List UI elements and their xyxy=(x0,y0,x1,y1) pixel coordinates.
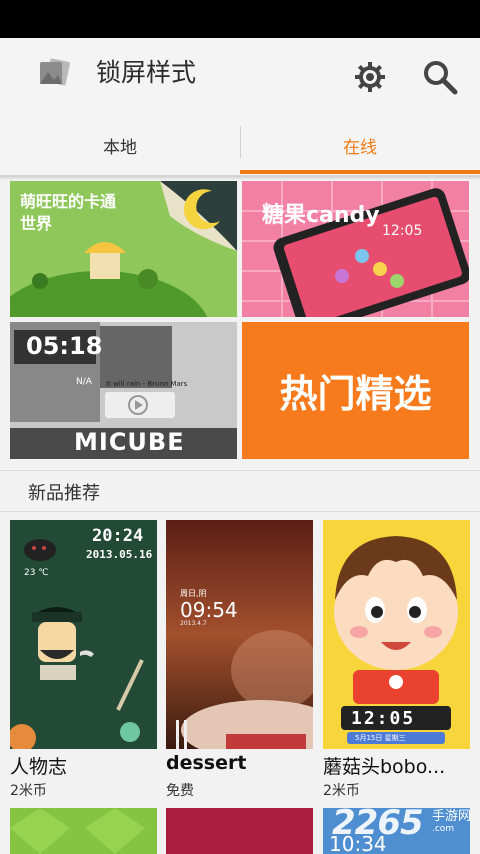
banner-candy-text: 糖果candy xyxy=(262,203,380,228)
tab-local[interactable]: 本地 xyxy=(0,118,240,173)
tab-online[interactable]: 在线 xyxy=(240,118,480,173)
theme-date: 5月15日 星期三 xyxy=(355,734,406,742)
banner-hot-picks[interactable]: 热门精选 xyxy=(242,322,469,459)
theme-price: 2米币 xyxy=(10,783,47,799)
theme-thumb: 12:05 5月15日 星期三 xyxy=(323,520,470,749)
theme-thumb: 周日,阴 09:54 2013.4.7 xyxy=(166,520,313,749)
banner-micube-music: It will rain - Bruno Mars xyxy=(106,380,188,388)
theme-name: 人物志 xyxy=(10,756,68,778)
tab-shadow xyxy=(0,176,480,180)
theme-card-bobo[interactable]: 12:05 5月15日 星期三 蘑菇头bobo... 2米币 xyxy=(323,520,470,800)
app-icon xyxy=(38,58,72,86)
theme-card-dessert[interactable]: 周日,阴 09:54 2013.4.7 dessert 免费 xyxy=(166,520,313,800)
section-header: 新品推荐 xyxy=(0,470,480,512)
banner-candy-time: 12:05 xyxy=(382,223,423,239)
theme-price: 2米币 xyxy=(323,783,360,799)
settings-button[interactable] xyxy=(349,56,391,98)
tab-bar: 本地 在线 xyxy=(0,118,480,176)
theme-time: 20:24 xyxy=(92,526,144,546)
theme-time: 09:54 xyxy=(180,598,238,622)
banner-micube-text: MICUBE xyxy=(74,428,185,456)
app-title: 锁屏样式 xyxy=(96,58,197,87)
theme-name: 蘑菇头bobo... xyxy=(323,756,446,778)
settings-gear-icon xyxy=(355,62,385,92)
tab-active-indicator xyxy=(240,170,480,174)
banner-hot-picks-text: 热门精选 xyxy=(279,372,432,416)
banner-micube-weather: N/A xyxy=(76,377,92,387)
theme-thumb: 20:24 2013.05.16 23 ℃ xyxy=(10,520,157,749)
banner-candy[interactable]: 糖果candy 12:05 xyxy=(242,181,469,317)
banner-cartoon-world[interactable]: 萌旺旺的卡通世界 xyxy=(10,181,237,317)
theme-card-partial-2[interactable] xyxy=(166,808,313,854)
action-bar: 锁屏样式 xyxy=(0,38,480,118)
status-bar xyxy=(0,0,480,38)
theme-price: 免费 xyxy=(166,783,194,799)
theme-card-renwuzhi[interactable]: 20:24 2013.05.16 23 ℃ 人物志 2米币 xyxy=(10,520,157,800)
theme-temp: 23 ℃ xyxy=(24,568,49,578)
theme-name: dessert xyxy=(166,752,247,774)
theme-date: 2013.4.7 xyxy=(180,620,207,627)
theme-date: 2013.05.16 xyxy=(86,548,153,561)
banner-cartoon-text: 萌旺旺的卡通世界 xyxy=(20,192,117,233)
watermark-logo: 2265 xyxy=(332,803,424,843)
section-title: 新品推荐 xyxy=(28,483,100,504)
theme-time: 12:05 xyxy=(351,708,416,729)
search-button[interactable] xyxy=(419,56,461,98)
watermark-suffix: .com xyxy=(432,824,455,834)
search-icon xyxy=(424,61,458,95)
watermark-sub: 手游网 xyxy=(432,809,472,824)
banner-micube-time: 05:18 xyxy=(26,332,103,360)
banner-micube[interactable]: 05:18 It will rain - Bruno Mars N/A MICU… xyxy=(10,322,237,459)
theme-card-partial-1[interactable] xyxy=(10,808,157,854)
